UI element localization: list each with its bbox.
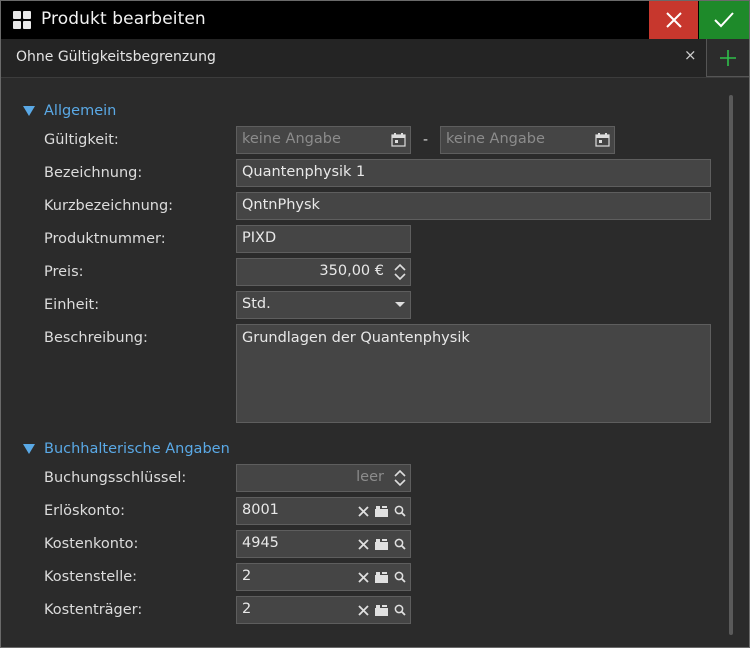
description-textarea[interactable]: Grundlagen der Quantenphysik [236, 324, 711, 423]
booking-key-input[interactable]: leer [236, 464, 411, 492]
plus-icon [720, 49, 736, 66]
short-name-label: Kurzbezeichnung: [44, 198, 174, 214]
clear-icon[interactable] [358, 505, 369, 517]
search-icon[interactable] [394, 604, 406, 616]
price-value: 350,00 € [319, 263, 384, 279]
title-bar: Produkt bearbeiten [1, 1, 749, 39]
date-range-separator: - [423, 132, 429, 148]
spinner-icon[interactable] [394, 468, 406, 488]
product-number-value: PIXD [242, 230, 277, 246]
search-icon[interactable] [394, 505, 406, 517]
cost-center-value: 2 [242, 568, 252, 584]
folder-icon[interactable] [375, 604, 388, 616]
validity-from-placeholder: keine Angabe [242, 131, 341, 147]
short-name-input[interactable]: QntnPhysk [236, 192, 711, 220]
vertical-scrollbar[interactable] [729, 95, 733, 635]
revenue-account-value: 8001 [242, 502, 279, 518]
confirm-button[interactable] [699, 1, 749, 39]
tab-validity[interactable]: Ohne Gültigkeitsbegrenzung [16, 49, 216, 65]
search-icon[interactable] [394, 571, 406, 583]
cost-account-label: Kostenkonto: [44, 536, 139, 552]
cost-account-value: 4945 [242, 535, 279, 551]
add-tab-button[interactable] [706, 39, 749, 77]
search-icon[interactable] [394, 538, 406, 550]
lookup-actions [358, 569, 406, 585]
folder-icon[interactable] [375, 571, 388, 583]
revenue-account-label: Erlöskonto: [44, 503, 125, 519]
cost-unit-value: 2 [242, 601, 252, 617]
unit-select[interactable]: Std. [236, 291, 411, 319]
check-icon [714, 12, 734, 28]
description-value: Grundlagen der Quantenphysik [242, 330, 470, 346]
calendar-icon[interactable] [391, 133, 406, 147]
cancel-button[interactable] [649, 1, 698, 39]
name-input[interactable]: Quantenphysik 1 [236, 159, 711, 187]
section-general-header[interactable]: Allgemein [23, 103, 116, 119]
collapse-triangle-icon [23, 444, 35, 454]
price-input[interactable]: 350,00 € [236, 258, 411, 286]
name-label: Bezeichnung: [44, 165, 143, 181]
validity-label: Gültigkeit: [44, 132, 119, 148]
tab-bar: Ohne Gültigkeitsbegrenzung × [1, 39, 749, 78]
cost-account-input[interactable]: 4945 [236, 530, 411, 558]
tab-close-icon[interactable]: × [684, 46, 697, 64]
clear-icon[interactable] [358, 571, 369, 583]
price-label: Preis: [44, 264, 84, 280]
window-title: Produkt bearbeiten [41, 9, 206, 29]
cost-unit-label: Kostenträger: [44, 602, 143, 618]
product-number-input[interactable]: PIXD [236, 225, 411, 253]
name-value: Quantenphysik 1 [242, 164, 366, 180]
product-number-label: Produktnummer: [44, 231, 166, 247]
booking-key-label: Buchungsschlüssel: [44, 470, 187, 486]
unit-value: Std. [242, 296, 271, 312]
section-accounting-title: Buchhalterische Angaben [44, 441, 230, 457]
calendar-icon[interactable] [595, 133, 610, 147]
lookup-actions [358, 503, 406, 519]
validity-from-field[interactable]: keine Angabe [236, 126, 411, 154]
cost-center-label: Kostenstelle: [44, 569, 138, 585]
validity-to-field[interactable]: keine Angabe [440, 126, 615, 154]
grid-icon [13, 11, 31, 29]
lookup-actions [358, 602, 406, 618]
cost-unit-input[interactable]: 2 [236, 596, 411, 624]
spinner-icon[interactable] [394, 262, 406, 282]
section-accounting-header[interactable]: Buchhalterische Angaben [23, 441, 230, 457]
cost-center-input[interactable]: 2 [236, 563, 411, 591]
clear-icon[interactable] [358, 538, 369, 550]
close-icon [665, 12, 682, 28]
validity-to-placeholder: keine Angabe [446, 131, 545, 147]
dialog-window: Produkt bearbeiten Ohne Gültigkeitsbegre… [0, 0, 750, 648]
chevron-down-icon [395, 302, 405, 307]
folder-icon[interactable] [375, 538, 388, 550]
collapse-triangle-icon [23, 106, 35, 116]
description-label: Beschreibung: [44, 330, 148, 346]
folder-icon[interactable] [375, 505, 388, 517]
revenue-account-input[interactable]: 8001 [236, 497, 411, 525]
lookup-actions [358, 536, 406, 552]
booking-key-placeholder: leer [356, 469, 384, 485]
unit-label: Einheit: [44, 297, 100, 313]
short-name-value: QntnPhysk [242, 197, 320, 213]
clear-icon[interactable] [358, 604, 369, 616]
section-general-title: Allgemein [44, 103, 117, 119]
